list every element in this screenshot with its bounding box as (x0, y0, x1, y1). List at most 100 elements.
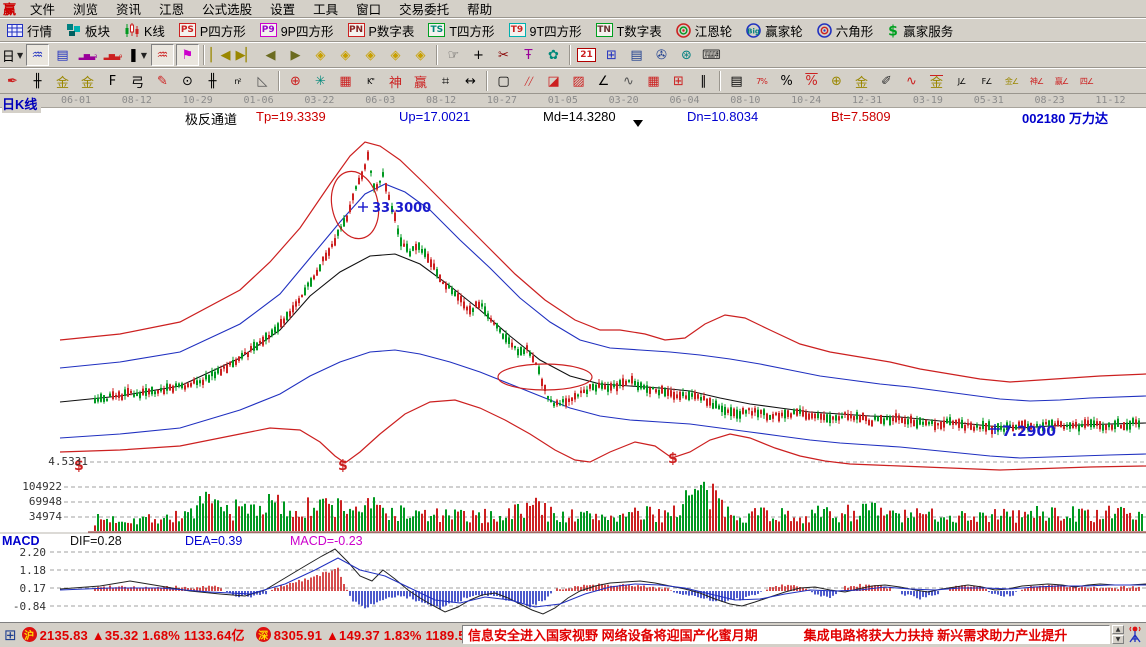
box-fan-tool[interactable]: ◪ (542, 70, 565, 92)
winner-wheel-button[interactable]: Big赢家轮 (739, 21, 810, 40)
flag-button[interactable]: ⚑ (176, 44, 199, 66)
spin-up-button[interactable]: ▲ (1112, 625, 1124, 634)
period-day-button[interactable]: 日▼ (1, 44, 24, 66)
save-button[interactable]: ✇ (650, 44, 673, 66)
spin-down-button[interactable]: ▼ (1112, 635, 1124, 644)
gong-ruler-tool[interactable]: 弓 (126, 70, 149, 92)
width-measure-tool[interactable]: ↔ (459, 70, 482, 92)
t-number-table-button[interactable]: TNT数字表 (589, 21, 669, 40)
diamond-cross-button[interactable]: ◈ (384, 44, 407, 66)
menu-8[interactable]: 交易委托 (390, 0, 458, 19)
menu-3[interactable]: 江恩 (150, 0, 193, 19)
next-page-button[interactable]: ▶ (284, 44, 307, 66)
pen-ruler-tool[interactable]: ✎ (151, 70, 174, 92)
notepad-button[interactable]: ▤ (625, 44, 648, 66)
menu-4[interactable]: 公式选股 (193, 0, 261, 19)
p-number-table-button[interactable]: PNP数字表 (341, 21, 422, 40)
ying-angle-tool[interactable]: 赢∠ (1050, 70, 1073, 92)
ying-ruler-tool[interactable]: 赢 (409, 70, 432, 92)
menu-5[interactable]: 设置 (261, 0, 304, 19)
ruler2-tool[interactable]: ╫ (201, 70, 224, 92)
info-panel-button[interactable]: ▤ (51, 44, 74, 66)
red-pen-tool[interactable]: ✒ (1, 70, 24, 92)
t-square-button[interactable]: TST四方形 (421, 21, 501, 40)
menu-6[interactable]: 工具 (304, 0, 347, 19)
teal-wheel-tool[interactable]: ✳ (309, 70, 332, 92)
9p-square-button[interactable]: P99P四方形 (253, 21, 341, 40)
percent-line-tool[interactable]: % (800, 70, 823, 92)
parallel-lines-tool[interactable]: ∥ (692, 70, 715, 92)
k-quote-tool[interactable]: K" (359, 70, 382, 92)
matrix-calc-button[interactable]: ⊞ (600, 44, 623, 66)
diamond-up-button[interactable]: ◈ (359, 44, 382, 66)
diamond-star-button[interactable]: ◈ (409, 44, 432, 66)
last-page-button[interactable]: ▶▏ (234, 44, 257, 66)
first-page-button[interactable]: ▏◀ (209, 44, 232, 66)
angle-lines-tool[interactable]: ∠ (592, 70, 615, 92)
calendar-button[interactable]: 21 (575, 44, 598, 66)
news-ticker[interactable]: 信息安全进入国家视野 网络设备将迎国产化蜜月期 集成电路将获大力扶持 新兴需求助… (462, 625, 1110, 644)
hexagon-button[interactable]: 六角形 (810, 21, 881, 40)
p-square-button[interactable]: PSP四方形 (172, 21, 253, 40)
gold-lines-tool[interactable]: 金 (850, 70, 873, 92)
chart-area[interactable]: 日K线 06-0108-1210-2901-0603-2206-0308-121… (0, 94, 1146, 622)
compass-tool[interactable]: ⊙ (176, 70, 199, 92)
gold-angle-tool[interactable]: 金∠ (1000, 70, 1023, 92)
box-stripes-tool[interactable]: ▨ (567, 70, 590, 92)
pattern-blue-button[interactable]: ♒ (26, 44, 49, 66)
gold-ruler2-tool[interactable]: 金 (76, 70, 99, 92)
network-pc-button[interactable]: ⊛ (675, 44, 698, 66)
menu-7[interactable]: 窗口 (347, 0, 390, 19)
cut-angle-tool-button[interactable]: ✂ (492, 44, 515, 66)
kline-button[interactable]: K线 (117, 21, 172, 40)
pattern-red-button[interactable]: ♒ (151, 44, 174, 66)
f-angle-tool[interactable]: F∠ (975, 70, 998, 92)
diamond-right-button[interactable]: ◈ (334, 44, 357, 66)
gann-fan-tool[interactable]: ╱╱ (517, 70, 540, 92)
gold-underline-tool[interactable]: 金 (925, 70, 948, 92)
gann-wheel-button[interactable]: 江恩轮 (669, 21, 740, 40)
bars-3-button[interactable]: ▂▅▃₃ (76, 44, 99, 66)
pen-measure-tool[interactable]: ✐ (875, 70, 898, 92)
ruler-123-tool[interactable]: ⌗ (434, 70, 457, 92)
percent7-tool[interactable]: 7% (750, 70, 773, 92)
candle-style-button[interactable]: ❚▼ (126, 44, 149, 66)
hand-tool-button[interactable]: ☞ (442, 44, 465, 66)
shen-angle-tool[interactable]: 神∠ (1025, 70, 1048, 92)
red-wave-tool[interactable]: ∿ (900, 70, 923, 92)
ruler-ticks-tool[interactable]: ╫ (26, 70, 49, 92)
gann-t-tool-button[interactable]: Ŧ (517, 44, 540, 66)
percent-tool[interactable]: % (775, 70, 798, 92)
shenzhen-quote[interactable]: 8305.91 ▲149.37 1.83% 1189.52亿 (274, 625, 462, 644)
menu-1[interactable]: 浏览 (64, 0, 107, 19)
wave-brain-button[interactable]: ✿ (542, 44, 565, 66)
bars-9-button[interactable]: ▂▅▃₉ (101, 44, 124, 66)
f-ruler-tool[interactable]: F (101, 70, 124, 92)
winner-service-button[interactable]: $赢家服务 (880, 21, 960, 40)
j-angle-tool[interactable]: J∠ (950, 70, 973, 92)
menu-0[interactable]: 文件 (21, 0, 64, 19)
price-list-tool[interactable]: ▤ (725, 70, 748, 92)
workstation-button[interactable]: ⌨ (700, 44, 723, 66)
gold-target-tool[interactable]: ⊕ (825, 70, 848, 92)
quote-board-icon[interactable]: ⊞ (4, 626, 17, 644)
red-grid-box-tool[interactable]: ▦ (642, 70, 665, 92)
zigzag-tool[interactable]: ∿ (617, 70, 640, 92)
menu-2[interactable]: 资讯 (107, 0, 150, 19)
gold-ruler-tool[interactable]: 金 (51, 70, 74, 92)
red-grid-tool[interactable]: ▦ (334, 70, 357, 92)
shanghai-quote[interactable]: 2135.83 ▲35.32 1.68% 1133.64亿 (40, 625, 245, 644)
si-angle-tool[interactable]: 四∠ (1075, 70, 1098, 92)
menu-9[interactable]: 帮助 (458, 0, 501, 19)
red-grid-arrow-tool[interactable]: ⊞ (667, 70, 690, 92)
sectors-button[interactable]: 板块 (59, 21, 117, 40)
prev-page-button[interactable]: ◀ (259, 44, 282, 66)
diamond-left-button[interactable]: ◈ (309, 44, 332, 66)
box-tool[interactable]: ▢ (492, 70, 515, 92)
9t-square-button[interactable]: T99T四方形 (502, 21, 589, 40)
n2-ruler-tool[interactable]: n² (226, 70, 249, 92)
protractor-tool[interactable]: ◺ (251, 70, 274, 92)
shen-ruler-tool[interactable]: 神 (384, 70, 407, 92)
quotes-button[interactable]: 行情 (0, 21, 59, 40)
crosshair-tool-button[interactable]: + (467, 44, 490, 66)
